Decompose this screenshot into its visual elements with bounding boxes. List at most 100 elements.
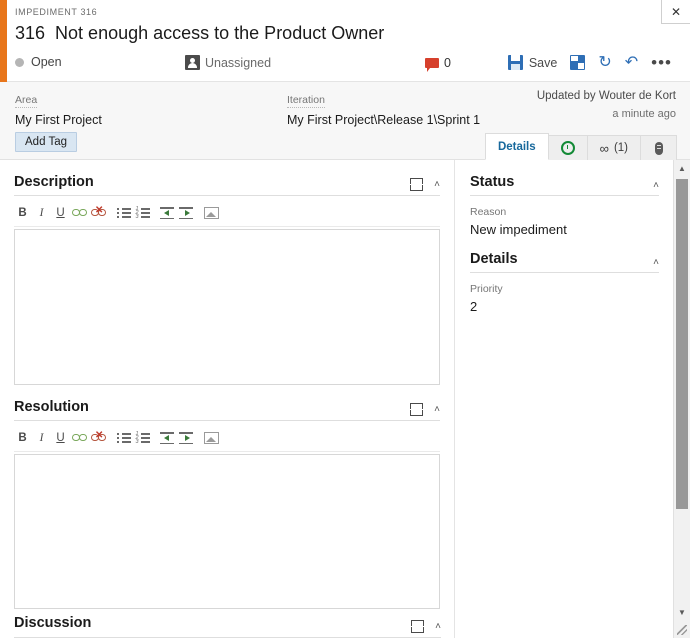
unlink-icon: ✕ (91, 430, 106, 443)
status-section-title: Status (470, 174, 515, 190)
undo-button[interactable]: ↶ (624, 53, 639, 71)
priority-label: Priority (470, 283, 503, 295)
more-actions-button[interactable]: ••• (651, 54, 672, 71)
attachment-icon (654, 141, 663, 155)
resolution-format-toolbar: B I U ✕ 1 2 3 (14, 427, 440, 452)
insert-image-button[interactable] (203, 205, 220, 222)
underline-button[interactable]: U (52, 205, 69, 222)
work-item-header: IMPEDIMENT 316 316 Not enough access to … (0, 0, 690, 82)
resolution-input[interactable] (14, 454, 440, 609)
italic-button[interactable]: I (33, 205, 50, 222)
chevron-up-icon[interactable]: ˄ (434, 404, 440, 415)
tab-links-count: (1) (613, 142, 628, 154)
underline-button[interactable]: U (52, 430, 69, 447)
details-section-title: Details (470, 251, 518, 267)
expand-icon[interactable] (410, 178, 424, 191)
ellipsis-icon: ••• (651, 53, 672, 72)
iteration-field: Iteration My First Project\Release 1\Spr… (287, 90, 480, 127)
unlink-icon: ✕ (91, 205, 106, 218)
chevron-up-icon[interactable]: ˄ (653, 257, 659, 268)
save-icon (507, 55, 523, 70)
remove-link-button[interactable]: ✕ (90, 430, 107, 447)
save-and-close-icon (570, 55, 586, 70)
tab-links[interactable]: ∞ (1) (587, 135, 641, 160)
scroll-down-button[interactable]: ▼ (674, 604, 690, 621)
details-section-header: Details ˄ (470, 251, 659, 273)
area-field: Area My First Project (15, 90, 102, 127)
outdent-button[interactable] (159, 205, 176, 222)
assigned-to-label: Unassigned (205, 55, 272, 70)
work-item-window: ✕ IMPEDIMENT 316 316 Not enough access t… (0, 0, 690, 638)
bullet-list-button[interactable] (115, 205, 132, 222)
work-item-type-accent-bar (0, 0, 7, 82)
outdent-button[interactable] (159, 430, 176, 447)
work-item-title-row: 316 Not enough access to the Product Own… (15, 23, 384, 44)
resolution-header: Resolution ˄ (14, 399, 440, 421)
tab-attachments[interactable] (641, 135, 677, 160)
person-icon (185, 55, 200, 70)
description-input[interactable] (14, 229, 440, 385)
right-column: Status ˄ Reason New impediment Details ˄… (456, 160, 673, 638)
discussion-header: Discussion ˄ (14, 615, 441, 638)
description-format-toolbar: B I U ✕ 1 2 3 (14, 202, 440, 227)
assigned-to-field[interactable]: Unassigned (185, 55, 271, 70)
remove-link-button[interactable]: ✕ (90, 205, 107, 222)
close-button[interactable]: ✕ (661, 0, 690, 24)
state-field[interactable]: Open (15, 55, 62, 69)
numbered-list-icon: 1 2 3 (136, 431, 150, 445)
tab-details-label: Details (497, 140, 536, 153)
bold-button[interactable]: B (14, 205, 31, 222)
undo-icon: ↶ (624, 53, 639, 71)
save-button[interactable]: Save (507, 55, 557, 70)
discussion-section: Discussion ˄ (0, 615, 454, 638)
priority-value[interactable]: 2 (470, 299, 659, 314)
resolution-tools: ˄ (410, 403, 440, 416)
numbered-list-button[interactable]: 1 2 3 (134, 205, 151, 222)
reason-value[interactable]: New impediment (470, 222, 659, 237)
refresh-icon: ↻ (598, 53, 612, 71)
scrollbar-thumb[interactable] (676, 179, 688, 509)
resize-grip[interactable] (674, 621, 690, 638)
description-tools: ˄ (410, 178, 440, 191)
updated-time-label: a minute ago (612, 108, 676, 120)
chevron-up-icon[interactable]: ˄ (434, 179, 440, 190)
work-item-info-strip: Area My First Project Iteration My First… (0, 82, 690, 160)
reason-field: Reason New impediment (470, 206, 659, 237)
iteration-value[interactable]: My First Project\Release 1\Sprint 1 (287, 113, 480, 127)
insert-link-button[interactable] (71, 205, 88, 222)
comment-count-label: 0 (444, 56, 451, 70)
work-item-title[interactable]: Not enough access to the Product Owner (55, 23, 384, 44)
updated-info: Updated by Wouter de Kort a minute ago (537, 90, 676, 120)
work-item-status-row: Open Unassigned 0 Save ↻ ↶ ••• (15, 53, 682, 77)
history-clock-icon (560, 141, 575, 155)
area-value[interactable]: My First Project (15, 113, 102, 127)
chevron-up-icon[interactable]: ˄ (653, 180, 659, 191)
chevron-up-icon[interactable]: ˄ (435, 621, 441, 632)
work-item-type-label: IMPEDIMENT 316 (15, 7, 98, 17)
add-tag-button[interactable]: Add Tag (15, 132, 77, 152)
indent-button[interactable] (178, 430, 195, 447)
insert-image-button[interactable] (203, 430, 220, 447)
tab-details[interactable]: Details (484, 133, 549, 160)
state-dot-icon (15, 57, 24, 67)
vertical-scrollbar[interactable]: ▲ ▼ (673, 160, 690, 638)
state-label: Open (31, 55, 62, 69)
italic-button[interactable]: I (33, 430, 50, 447)
refresh-button[interactable]: ↻ (598, 53, 612, 71)
numbered-list-button[interactable]: 1 2 3 (134, 430, 151, 447)
indent-button[interactable] (178, 205, 195, 222)
expand-icon[interactable] (411, 620, 425, 633)
description-section: Description ˄ B I U ✕ 1 2 3 (0, 174, 454, 385)
tab-history[interactable] (548, 135, 588, 160)
discussion-title: Discussion (14, 615, 92, 631)
work-item-id: 316 (15, 23, 46, 43)
bold-button[interactable]: B (14, 430, 31, 447)
comment-count[interactable]: 0 (425, 56, 451, 72)
scroll-up-button[interactable]: ▲ (674, 160, 690, 177)
expand-icon[interactable] (410, 403, 424, 416)
insert-link-button[interactable] (71, 430, 88, 447)
bullet-list-button[interactable] (115, 430, 132, 447)
link-icon: ∞ (599, 140, 609, 156)
save-and-close-button[interactable] (570, 55, 586, 70)
iteration-label: Iteration (287, 94, 325, 108)
